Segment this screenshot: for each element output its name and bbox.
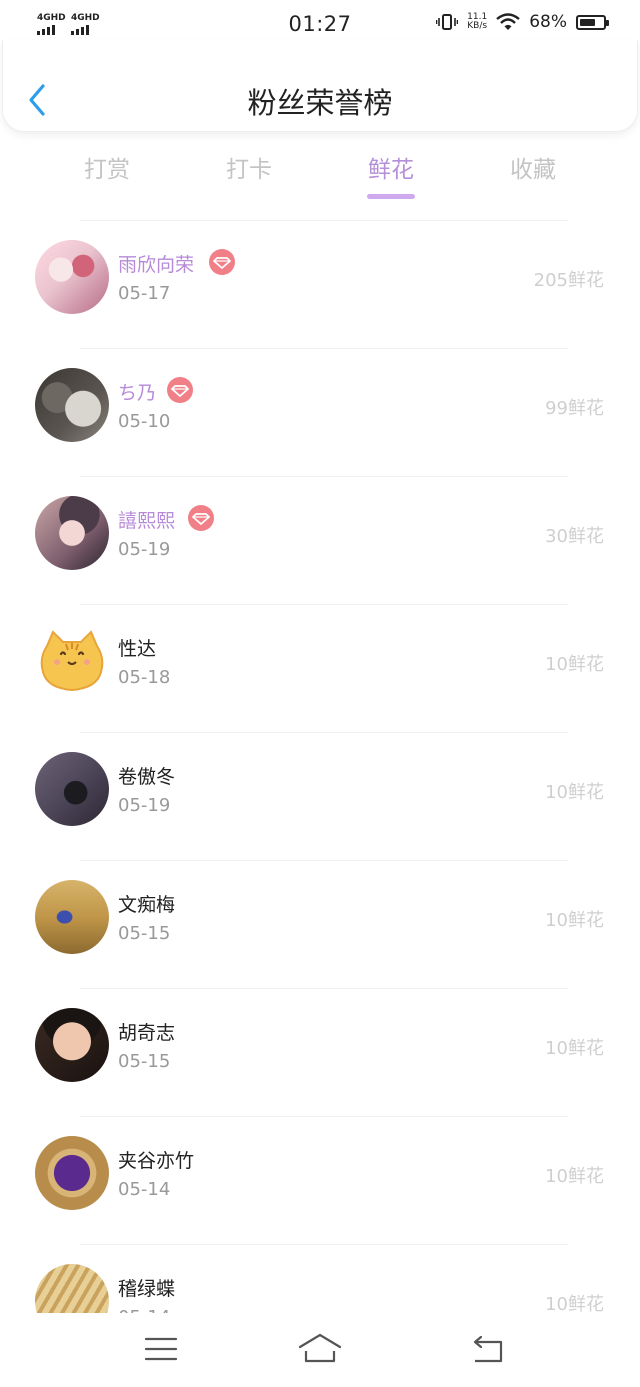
avatar[interactable]: [35, 496, 109, 570]
flower-count: 10鲜花: [545, 1294, 604, 1313]
wifi-icon: [496, 13, 520, 30]
fan-date: 05-17: [118, 283, 171, 304]
list-item[interactable]: 卷傲冬 05-19 10鲜花: [0, 733, 640, 861]
avatar[interactable]: [35, 1264, 109, 1313]
flower-count: 10鲜花: [545, 910, 604, 931]
avatar[interactable]: [35, 880, 109, 954]
fan-date: 05-19: [118, 539, 171, 560]
fan-date: 05-10: [118, 411, 171, 432]
flower-count: 205鲜花: [533, 270, 604, 291]
battery-icon: [576, 14, 609, 30]
net-speed-unit: KB/s: [467, 21, 488, 31]
diamond-badge: [209, 249, 235, 275]
list-item[interactable]: 稽绿蝶 05-14 10鲜花: [0, 1245, 640, 1313]
fan-name: 文痴梅: [118, 894, 176, 916]
avatar[interactable]: [35, 1136, 109, 1210]
back-nav-button[interactable]: [465, 1331, 509, 1367]
fan-name: 胡奇志: [118, 1022, 176, 1044]
fan-date: 05-18: [118, 667, 171, 688]
fan-name: 雨欣向荣: [118, 254, 195, 276]
flower-count: 10鲜花: [545, 1166, 604, 1187]
fan-date: 05-15: [118, 1051, 171, 1072]
avatar[interactable]: [35, 752, 109, 826]
fan-name: 稽绿蝶: [118, 1278, 176, 1300]
system-nav-bar: [0, 1313, 640, 1387]
fan-name: 卷傲冬: [118, 766, 176, 788]
battery-percent: 68%: [529, 12, 567, 32]
list-item[interactable]: 夹谷亦竹 05-14 10鲜花: [0, 1117, 640, 1245]
tab-label: 打赏: [84, 157, 130, 183]
list-item[interactable]: 性达 05-18 10鲜花: [0, 605, 640, 733]
fan-name: ち乃: [118, 382, 157, 404]
tab-checkin[interactable]: 打卡: [178, 150, 320, 206]
avatar[interactable]: [35, 240, 109, 314]
fan-date: 05-14: [118, 1179, 171, 1200]
home-button[interactable]: [298, 1331, 342, 1367]
page-header: 粉丝荣誉榜: [2, 40, 638, 132]
fan-name: 譆熙熙: [118, 510, 176, 532]
flower-count: 10鲜花: [545, 654, 604, 675]
fan-date: 05-15: [118, 923, 171, 944]
fan-name: 夹谷亦竹: [118, 1150, 195, 1172]
avatar[interactable]: [35, 1008, 109, 1082]
flower-count: 99鲜花: [545, 398, 604, 419]
diamond-badge: [167, 377, 193, 403]
active-tab-indicator: [367, 194, 415, 199]
avatar[interactable]: [35, 624, 109, 698]
fan-name: 性达: [118, 638, 157, 660]
list-item[interactable]: 文痴梅 05-15 10鲜花: [0, 861, 640, 989]
tab-label: 打卡: [226, 157, 272, 183]
diamond-icon: [213, 257, 231, 269]
tab-label: 鲜花: [368, 157, 414, 183]
flower-count: 10鲜花: [545, 1038, 604, 1059]
diamond-icon: [171, 385, 189, 397]
flower-count: 30鲜花: [545, 526, 604, 547]
menu-button[interactable]: [139, 1331, 183, 1367]
net-speed: 11.1 KB/s: [467, 13, 487, 31]
tab-favorites[interactable]: 收藏: [462, 150, 604, 206]
menu-icon: [144, 1337, 178, 1361]
diamond-icon: [192, 513, 210, 525]
list-item[interactable]: 雨欣向荣 05-17 205鲜花: [0, 221, 640, 349]
tab-bar: 打赏 打卡 鲜花 收藏: [36, 150, 604, 206]
list-item[interactable]: ち乃 05-10 99鲜花: [0, 349, 640, 477]
list-item[interactable]: 胡奇志 05-15 10鲜花: [0, 989, 640, 1117]
tab-flowers[interactable]: 鲜花: [320, 150, 462, 206]
flower-count: 10鲜花: [545, 782, 604, 803]
page-title: 粉丝荣誉榜: [247, 86, 393, 120]
return-icon: [473, 1335, 503, 1363]
tiger-cartoon-icon: [40, 630, 104, 692]
fan-ranking-list[interactable]: 雨欣向荣 05-17 205鲜花 ち乃 05-10 99鲜花 譆熙熙 05-19…: [0, 221, 640, 1313]
home-icon: [298, 1333, 342, 1363]
list-item[interactable]: 譆熙熙 05-19 30鲜花: [0, 477, 640, 605]
fan-date: 05-19: [118, 795, 171, 816]
tab-reward[interactable]: 打赏: [36, 150, 178, 206]
vibrate-icon: [436, 14, 459, 30]
diamond-badge: [188, 505, 214, 531]
tab-label: 收藏: [510, 157, 556, 183]
avatar[interactable]: [35, 368, 109, 442]
